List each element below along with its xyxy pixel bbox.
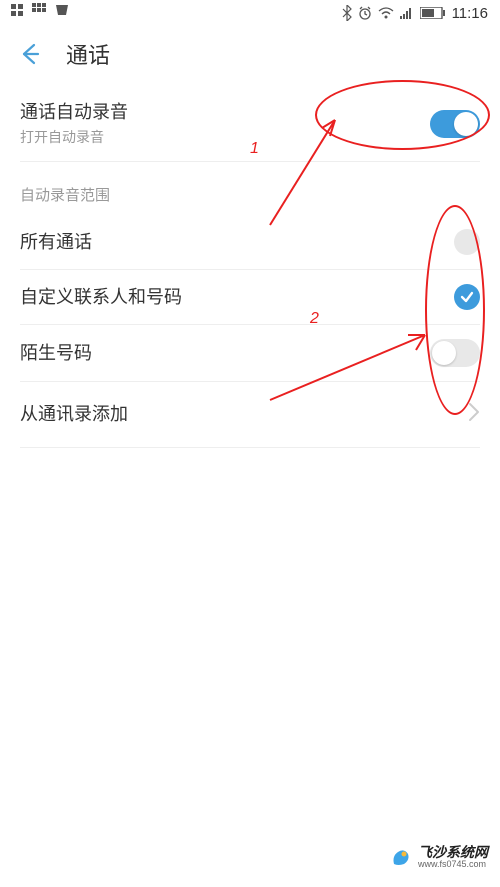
alarm-icon	[358, 6, 372, 20]
auto-record-row[interactable]: 通话自动录音 打开自动录音	[0, 86, 500, 161]
page-header: 通话	[0, 26, 500, 82]
option-all-calls[interactable]: 所有通话	[0, 215, 500, 269]
status-time: 11:16	[452, 5, 488, 22]
auto-record-main: 通话自动录音 打开自动录音	[20, 100, 430, 147]
back-button[interactable]	[16, 41, 42, 67]
status-left-icons	[10, 3, 70, 17]
wifi-icon	[378, 7, 394, 19]
auto-record-title: 通话自动录音	[20, 100, 430, 125]
add-from-contacts-label: 从通讯录添加	[20, 402, 128, 427]
chevron-right-icon	[468, 402, 480, 427]
auto-record-toggle[interactable]	[430, 110, 480, 138]
bluetooth-icon	[342, 5, 352, 21]
check-icon	[459, 289, 475, 305]
stranger-toggle[interactable]	[430, 339, 480, 367]
back-arrow-icon	[16, 41, 42, 67]
toggle-knob	[432, 341, 456, 365]
option-stranger-numbers[interactable]: 陌生号码	[0, 325, 500, 381]
signal-icon	[400, 7, 414, 19]
page-title: 通话	[66, 38, 110, 70]
divider	[20, 447, 480, 448]
app-icon-3	[54, 3, 70, 17]
watermark-text: 飞沙系统网 www.fs0745.com	[418, 845, 488, 869]
battery-icon	[420, 7, 446, 19]
app-icon-2	[32, 3, 46, 17]
settings-list: 通话自动录音 打开自动录音 自动录音范围 所有通话 自定义联系人和号码 陌生号码…	[0, 82, 500, 452]
app-icon-1	[10, 3, 24, 17]
toggle-knob	[454, 112, 478, 136]
watermark: 飞沙系统网 www.fs0745.com	[390, 845, 488, 869]
radio-all-calls[interactable]	[454, 229, 480, 255]
add-from-contacts-row[interactable]: 从通讯录添加	[0, 382, 500, 447]
option-all-calls-label: 所有通话	[20, 230, 92, 255]
option-custom-contacts-label: 自定义联系人和号码	[20, 285, 182, 310]
section-header-scope: 自动录音范围	[0, 162, 500, 215]
watermark-logo-icon	[390, 846, 412, 868]
radio-custom-contacts[interactable]	[454, 284, 480, 310]
watermark-url: www.fs0745.com	[418, 860, 488, 869]
auto-record-subtitle: 打开自动录音	[20, 127, 430, 147]
option-stranger-numbers-label: 陌生号码	[20, 341, 92, 366]
watermark-title: 飞沙系统网	[418, 845, 488, 860]
status-bar: 11:16	[0, 0, 500, 26]
option-custom-contacts[interactable]: 自定义联系人和号码	[0, 270, 500, 324]
